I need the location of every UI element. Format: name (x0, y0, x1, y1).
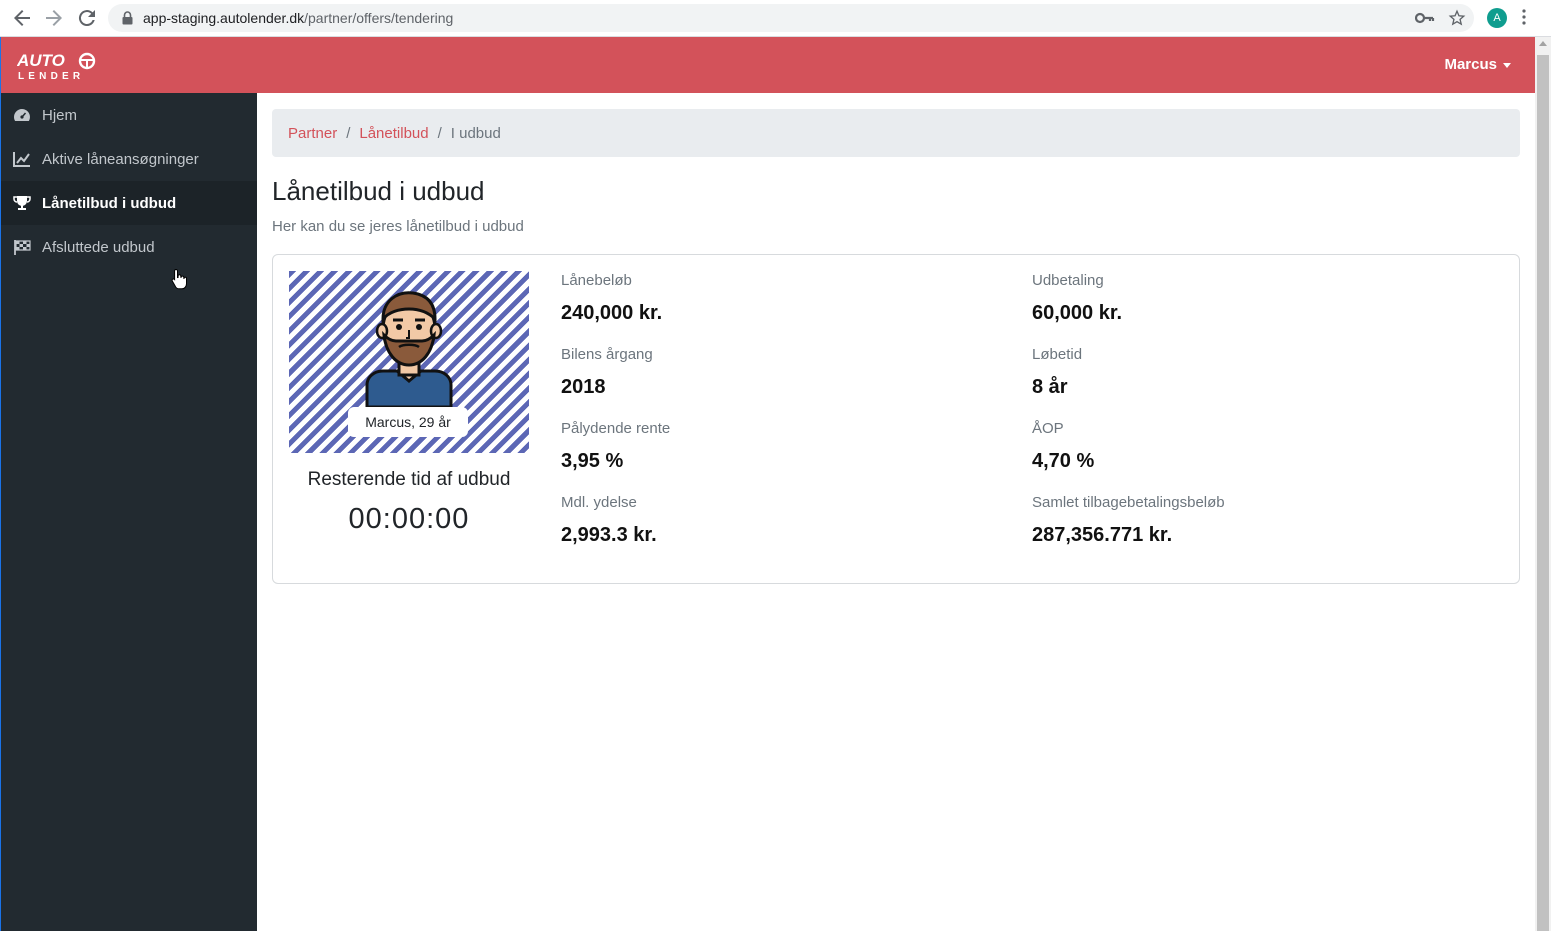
app: AUTO LENDER Marcus Hjem Aktive låneansøg… (0, 37, 1536, 931)
page-title: Lånetilbud i udbud (272, 176, 485, 206)
field-value-udbetaling: 60,000 kr. (1032, 302, 1123, 324)
breadcrumb-separator: / (437, 124, 442, 142)
sidebar-item-laanetilbud-i-udbud[interactable]: Lånetilbud i udbud (1, 181, 257, 225)
field-label-laanebeloeb: Lånebeløb (561, 272, 632, 289)
user-menu-dropdown[interactable]: Marcus (1444, 56, 1511, 73)
address-bar[interactable]: app-staging.autolender.dk/partner/offers… (108, 4, 1474, 32)
countdown-timer: 00:00:00 (348, 503, 470, 535)
field-value-laanebeloeb: 240,000 kr. (561, 302, 663, 324)
field-label-udbetaling: Udbetaling (1032, 272, 1104, 289)
field-label-mdl-ydelse: Mdl. ydelse (561, 494, 637, 511)
user-name: Marcus (1444, 56, 1497, 73)
topbar: AUTO LENDER Marcus (1, 37, 1535, 93)
autolender-logo[interactable]: AUTO LENDER (17, 52, 101, 80)
flag-checkered-icon (12, 238, 32, 256)
back-icon[interactable] (10, 6, 34, 30)
field-value-samlet-tilbagebetalingsbeloeb: 287,356.771 kr. (1032, 524, 1173, 546)
forward-icon[interactable] (42, 6, 66, 30)
logo-line2: LENDER (18, 71, 84, 80)
field-value-bilens-aargang: 2018 (561, 376, 606, 398)
sidebar: Hjem Aktive låneansøgninger Lånetilbud i… (1, 93, 257, 931)
sidebar-item-afsluttede-udbud[interactable]: Afsluttede udbud (1, 225, 257, 269)
star-icon[interactable] (1448, 9, 1466, 27)
field-value-loebetid: 8 år (1032, 376, 1068, 398)
url-path: /partner/offers/tendering (304, 10, 454, 26)
lock-icon (122, 11, 133, 25)
remaining-time-label: Resterende tid af udbud (307, 469, 511, 490)
page-subtitle: Her kan du se jeres lånetilbud i udbud (272, 218, 524, 235)
field-value-aaop: 4,70 % (1032, 450, 1095, 472)
scroll-up-arrow-icon[interactable] (1539, 41, 1547, 46)
more-vert-icon[interactable] (1522, 9, 1526, 25)
url-host: app-staging.autolender.dk (143, 10, 305, 26)
field-value-paalydende-rente: 3,95 % (561, 450, 624, 472)
field-label-paalydende-rente: Pålydende rente (561, 420, 671, 437)
logo-line1: AUTO (17, 52, 65, 70)
breadcrumb-laanetilbud[interactable]: Lånetilbud (359, 125, 428, 142)
sidebar-item-label: Aktive låneansøgninger (42, 150, 199, 168)
sidebar-item-label: Hjem (42, 106, 78, 124)
field-value-mdl-ydelse: 2,993.3 kr. (561, 524, 657, 546)
sidebar-item-hjem[interactable]: Hjem (1, 93, 257, 137)
scrollbar-thumb[interactable] (1537, 55, 1549, 931)
customer-avatar: Marcus, 29 år (289, 271, 529, 453)
sidebar-item-label: Afsluttede udbud (42, 238, 155, 256)
reload-icon[interactable] (75, 6, 99, 30)
key-icon[interactable] (1415, 11, 1435, 25)
bearded-man-icon (365, 291, 453, 407)
breadcrumb-partner[interactable]: Partner (288, 125, 337, 142)
caret-down-icon (1503, 63, 1511, 68)
sidebar-item-label: Lånetilbud i udbud (42, 194, 177, 212)
breadcrumb-current: I udbud (450, 124, 501, 142)
hand-cursor-icon (171, 268, 187, 290)
sidebar-item-aktive-laaneansoegninger[interactable]: Aktive låneansøgninger (1, 137, 257, 181)
profile-avatar[interactable]: A (1487, 8, 1507, 28)
field-label-samlet-tilbagebetalingsbeloeb: Samlet tilbagebetalingsbeløb (1032, 494, 1225, 511)
field-label-loebetid: Løbetid (1032, 346, 1083, 363)
offer-card: Marcus, 29 år Resterende tid af udbud 00… (272, 254, 1520, 584)
browser-toolbar: app-staging.autolender.dk/partner/offers… (0, 0, 1551, 37)
trophy-icon (12, 194, 32, 212)
customer-name-badge: Marcus, 29 år (348, 407, 468, 437)
chart-edit-icon (12, 150, 32, 168)
breadcrumb: Partner / Lånetilbud / I udbud (272, 109, 1520, 157)
field-label-bilens-aargang: Bilens årgang (561, 346, 653, 363)
page-scrollbar[interactable] (1535, 37, 1551, 931)
url-text: app-staging.autolender.dk/partner/offers… (143, 10, 453, 26)
breadcrumb-separator: / (346, 124, 351, 142)
dashboard-icon (12, 106, 32, 124)
field-label-aaop: ÅOP (1032, 420, 1064, 437)
